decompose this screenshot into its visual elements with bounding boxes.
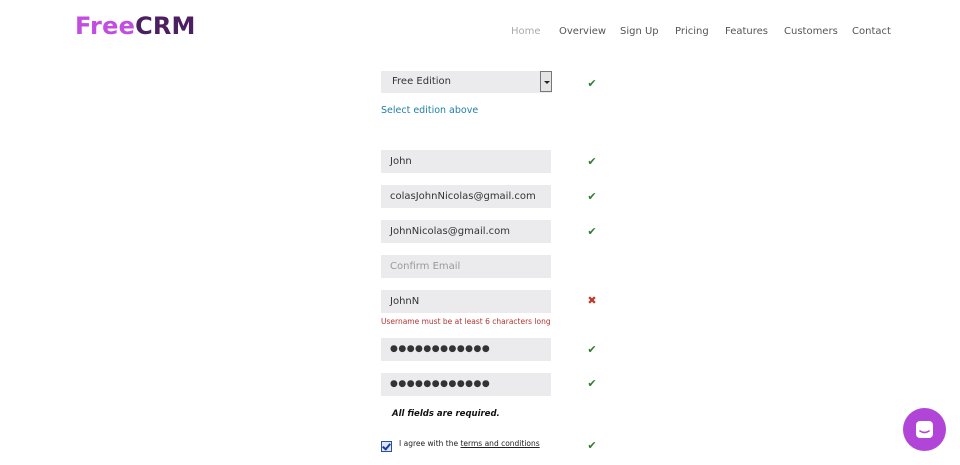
last-name-valid-check-icon: ✔: [587, 190, 597, 203]
username-input[interactable]: JohnN: [381, 290, 551, 313]
confirm-email-input[interactable]: Confirm Email: [381, 255, 551, 278]
nav-home[interactable]: Home: [511, 26, 541, 37]
edition-hint: Select edition above: [381, 105, 479, 116]
password-valid-check-icon: ✔: [587, 343, 597, 356]
email-input[interactable]: JohnNicolas@gmail.com: [381, 220, 551, 243]
chat-launcher-button[interactable]: [903, 408, 946, 451]
agree-valid-check-icon: ✔: [587, 439, 597, 452]
confirm-password-valid-check-icon: ✔: [587, 377, 597, 390]
nav-features[interactable]: Features: [725, 26, 768, 37]
terms-link[interactable]: terms and conditions: [460, 439, 539, 448]
username-error: Username must be at least 6 characters l…: [381, 317, 551, 326]
nav-sign-up[interactable]: Sign Up: [620, 26, 659, 37]
agree-checkbox[interactable]: [381, 441, 392, 452]
required-note: All fields are required.: [392, 409, 500, 419]
chat-bubble-icon: [916, 421, 933, 438]
confirm-password-input[interactable]: ●●●●●●●●●●●●: [381, 373, 551, 396]
username-invalid-x-icon: ✖: [587, 294, 597, 307]
first-name-valid-check-icon: ✔: [587, 155, 597, 168]
agree-prefix: I agree with the: [399, 439, 461, 448]
edition-select[interactable]: Free Edition: [381, 71, 552, 93]
agree-label: I agree with the terms and conditions: [399, 439, 540, 448]
nav-customers[interactable]: Customers: [784, 26, 838, 37]
edition-select-value: Free Edition: [392, 76, 451, 87]
first-name-input[interactable]: John: [381, 150, 551, 173]
nav-pricing[interactable]: Pricing: [675, 26, 709, 37]
password-input[interactable]: ●●●●●●●●●●●●: [381, 338, 551, 361]
top-nav: Home Overview Sign Up Pricing Features C…: [0, 26, 960, 40]
email-valid-check-icon: ✔: [587, 225, 597, 238]
nav-contact[interactable]: Contact: [852, 26, 891, 37]
edition-valid-check-icon: ✔: [587, 77, 597, 90]
last-name-input[interactable]: colasJohnNicolas@gmail.com: [381, 185, 551, 208]
nav-overview[interactable]: Overview: [559, 26, 606, 37]
chevron-down-icon[interactable]: [540, 71, 552, 92]
